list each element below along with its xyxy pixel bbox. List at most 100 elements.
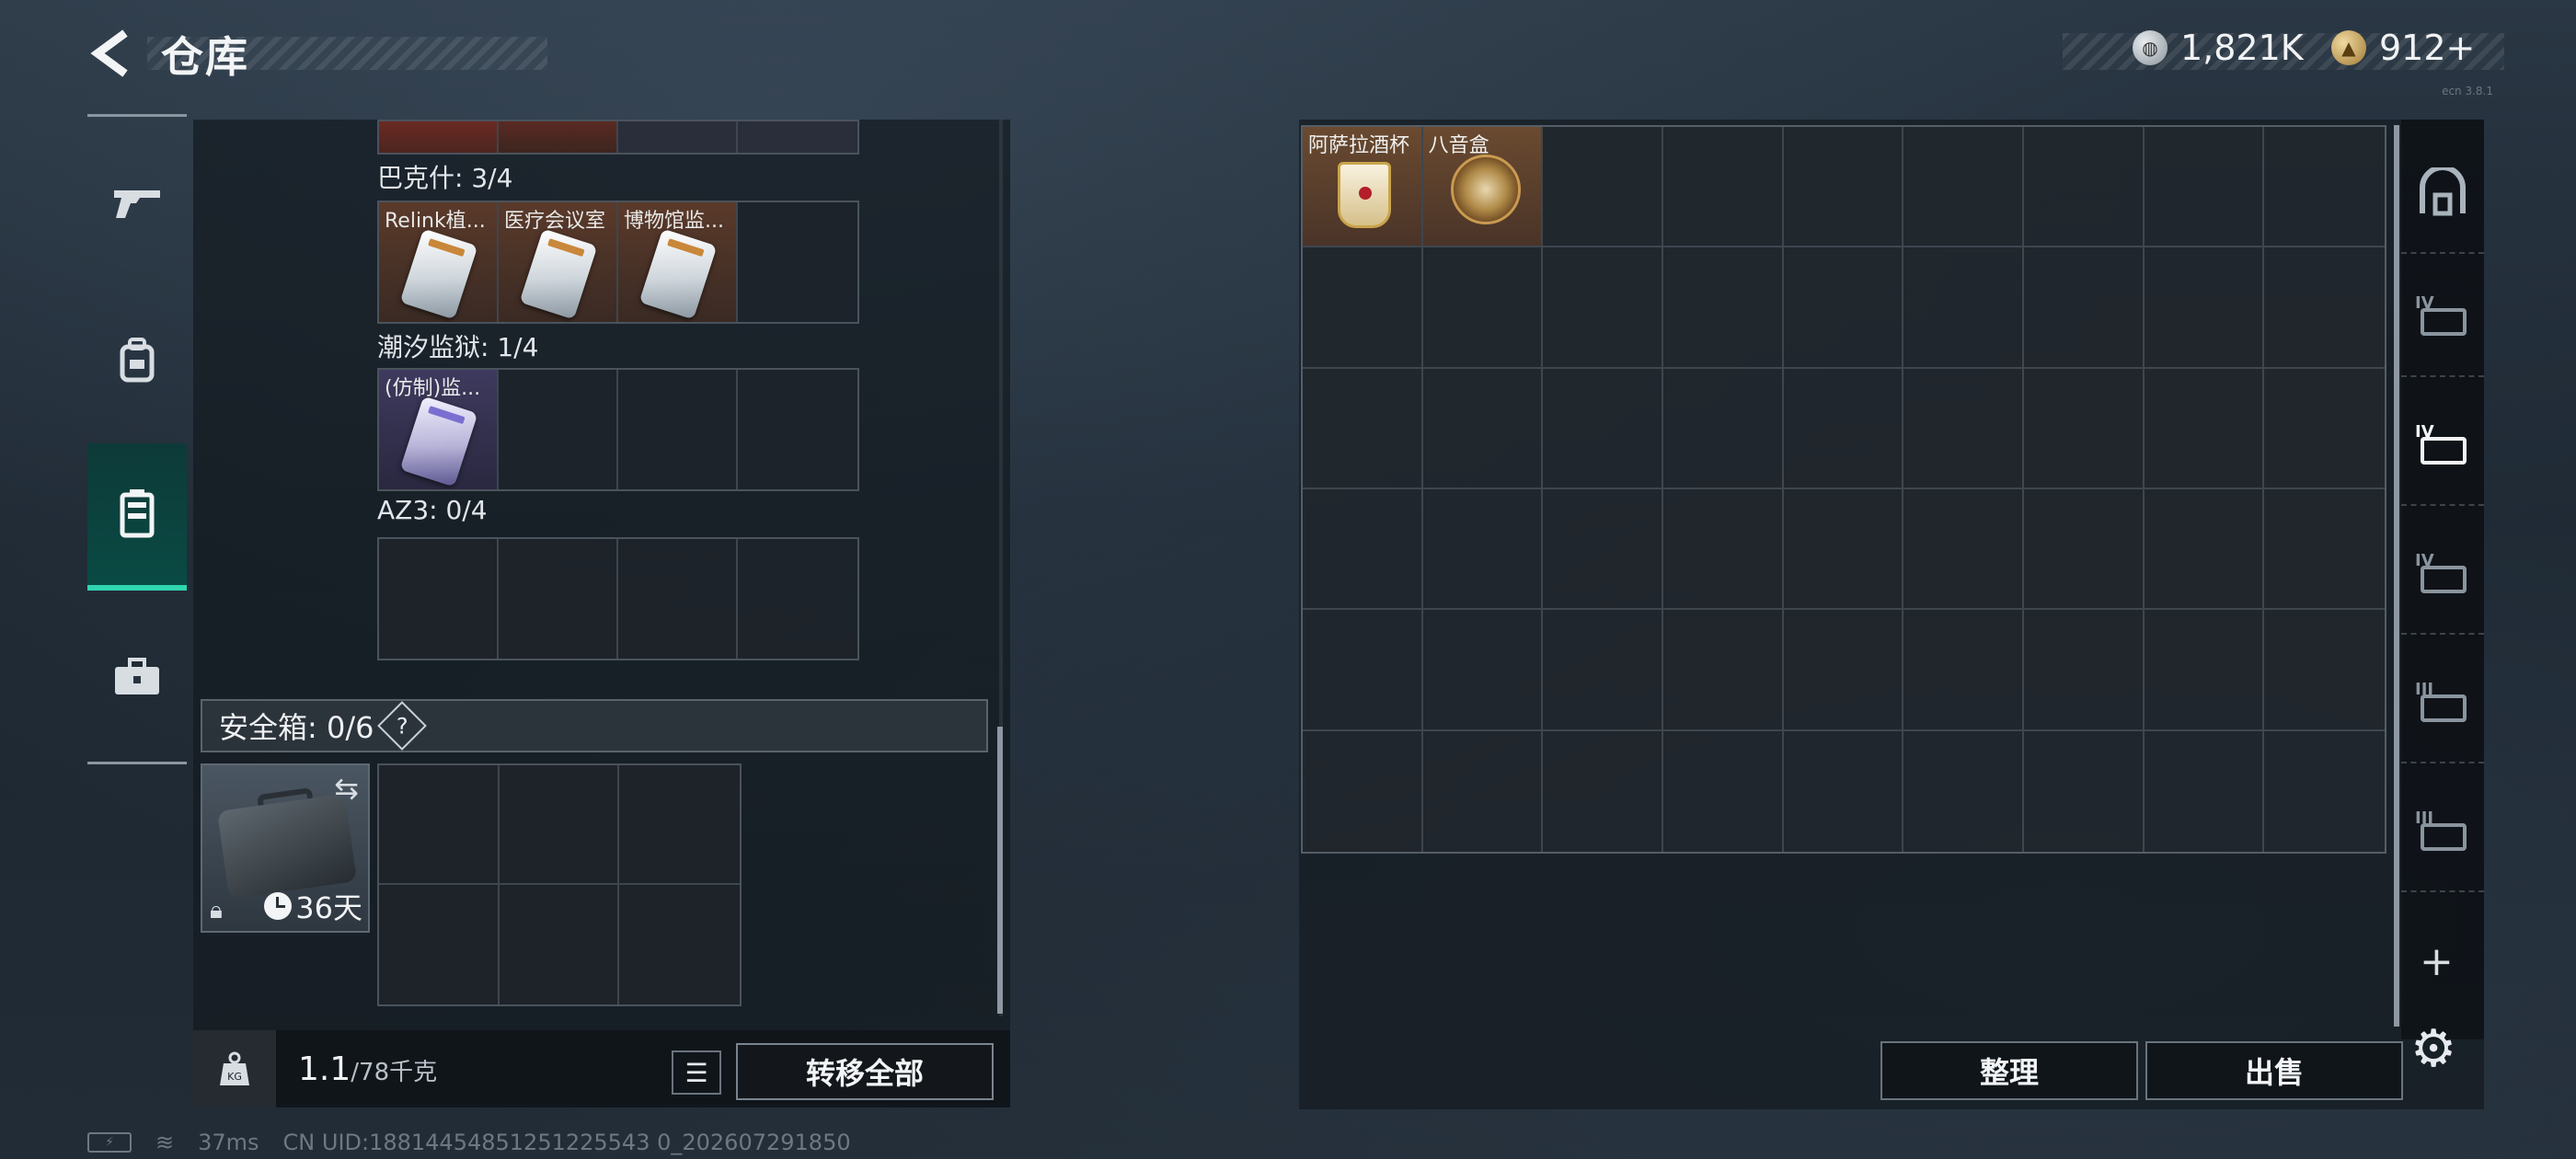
stash-slot-empty[interactable] [1422, 488, 1544, 611]
stash-slot-empty[interactable] [1903, 730, 2024, 852]
stash-slot-empty[interactable] [2024, 368, 2145, 489]
keycard-slot-empty[interactable] [738, 539, 857, 659]
stash-slot-empty[interactable] [2144, 488, 2265, 611]
stash-slot-empty[interactable] [2264, 731, 2385, 852]
tab-container-5[interactable]: III [2401, 773, 2484, 892]
stash-slot-empty[interactable] [1903, 127, 2024, 248]
safe-slot[interactable] [500, 885, 620, 1004]
transfer-all-button[interactable]: 转移全部 [736, 1043, 994, 1100]
stash-item[interactable]: 八音盒 [1422, 127, 1544, 248]
stash-slot-empty[interactable] [1303, 610, 1423, 731]
keycard-slot-empty[interactable] [738, 202, 857, 322]
nav-kit[interactable] [87, 625, 187, 727]
tab-container-4[interactable]: III [2401, 644, 2484, 763]
stash-slot-empty[interactable] [1783, 368, 1904, 489]
keycard-slot-empty[interactable] [618, 370, 738, 489]
safe-slot[interactable] [499, 765, 620, 885]
keycard-slot[interactable] [618, 121, 738, 153]
list-view-button[interactable]: ☰ [672, 1050, 721, 1095]
stash-slot-empty[interactable] [1784, 730, 1904, 852]
stash-slot-empty[interactable] [1783, 610, 1904, 731]
tab-container-1[interactable]: IV [2401, 258, 2484, 377]
keycard-slot-empty[interactable] [379, 539, 499, 659]
safe-slot[interactable] [379, 885, 500, 1004]
organize-button[interactable]: 整理 [1880, 1041, 2138, 1100]
stash-slot-empty[interactable] [1543, 368, 1663, 489]
stash-slot-empty[interactable] [1422, 247, 1544, 369]
left-scrollbar-thumb[interactable] [997, 727, 1003, 1014]
keycard-slot-empty[interactable] [738, 370, 857, 489]
nav-storage[interactable] [87, 443, 187, 591]
keycard-slot[interactable]: 博物馆监... [618, 202, 738, 322]
stash-slot-empty[interactable] [2144, 610, 2265, 731]
safe-slot[interactable] [619, 885, 740, 1004]
tab-home[interactable] [2401, 134, 2484, 254]
keycard-slot[interactable] [499, 121, 618, 153]
stash-slot-empty[interactable] [2264, 610, 2385, 731]
nav-weapons[interactable] [87, 153, 187, 254]
stash-slot-empty[interactable] [2144, 368, 2265, 489]
add-container-button[interactable]: + [2420, 938, 2454, 985]
stash-slot-empty[interactable] [1422, 368, 1544, 489]
stash-slot-empty[interactable] [1663, 610, 1784, 731]
stash-slot-empty[interactable] [1783, 488, 1904, 611]
stash-slot-empty[interactable] [2024, 127, 2145, 248]
sell-button[interactable]: 出售 [2145, 1041, 2403, 1100]
stash-slot-empty[interactable] [1543, 127, 1663, 248]
nav-gear[interactable] [87, 309, 187, 410]
stash-slot-empty[interactable] [2024, 610, 2145, 731]
keycard-slot-empty[interactable] [618, 539, 738, 659]
stash-slot-empty[interactable] [2144, 247, 2265, 369]
keycard-slot[interactable] [738, 121, 857, 153]
stash-item[interactable]: 阿萨拉酒杯 [1303, 127, 1423, 248]
stash-slot-empty[interactable] [1422, 610, 1544, 731]
safe-slot[interactable] [619, 765, 740, 885]
stash-slot-empty[interactable] [1303, 247, 1423, 369]
stash-slot-empty[interactable] [1663, 730, 1784, 852]
stash-slot-empty[interactable] [1903, 488, 2024, 611]
stash-slot-empty[interactable] [2024, 488, 2145, 611]
stash-slot-empty[interactable] [1543, 730, 1663, 852]
tab-container-3[interactable]: IV [2401, 515, 2484, 635]
silver-currency[interactable]: ◍ 1,821K [2133, 28, 2304, 68]
stash-slot-empty[interactable] [1663, 368, 1784, 489]
stash-slot-empty[interactable] [1783, 247, 1904, 369]
stash-slot-empty[interactable] [2144, 127, 2265, 248]
stash-slot-empty[interactable] [2264, 489, 2385, 611]
swap-icon[interactable]: ⇆ [334, 771, 359, 806]
safe-slot[interactable] [379, 765, 500, 885]
stash-slot-empty[interactable] [1303, 488, 1423, 611]
stash-slot-empty[interactable] [1423, 730, 1544, 852]
stash-slot-empty[interactable] [2264, 247, 2385, 369]
stash-slot-empty[interactable] [1663, 247, 1784, 369]
stash-slot-empty[interactable] [2145, 730, 2265, 852]
stash-slot-empty[interactable] [1783, 127, 1904, 248]
stash-slot-empty[interactable] [1303, 368, 1423, 489]
stash-slot-empty[interactable] [1663, 488, 1784, 611]
keycard-slot[interactable]: 医疗会议室 [499, 202, 618, 322]
stash-slot-empty[interactable] [1303, 730, 1423, 852]
keycard-slot-empty[interactable] [499, 370, 618, 489]
stash-scrollbar[interactable] [2394, 125, 2399, 1027]
stash-slot-empty[interactable] [1663, 127, 1784, 248]
keycard-slot[interactable] [379, 121, 499, 153]
stash-slot-empty[interactable] [1543, 610, 1663, 731]
stash-slot-empty[interactable] [1903, 247, 2024, 369]
stash-slot-empty[interactable] [2264, 369, 2385, 489]
keycard-slot-empty[interactable] [499, 539, 618, 659]
gold-currency[interactable]: ▲ 912+ [2331, 28, 2475, 68]
stash-slot-empty[interactable] [1543, 247, 1663, 369]
help-icon[interactable]: ? [377, 701, 428, 751]
stash-slot-empty[interactable] [1543, 488, 1663, 611]
back-button[interactable] [83, 26, 138, 81]
stash-slot-empty[interactable] [2264, 127, 2385, 248]
stash-slot-empty[interactable] [2024, 730, 2145, 852]
tab-container-2[interactable]: IV [2401, 386, 2484, 506]
stash-slot-empty[interactable] [1903, 368, 2024, 489]
keycard-slot[interactable]: (仿制)监... [379, 370, 499, 489]
stash-slot-empty[interactable] [1903, 610, 2024, 731]
safe-case-slot[interactable]: ⇆ 🔒︎ 36天 [201, 763, 370, 933]
keycard-slot[interactable]: Relink植... [379, 202, 499, 322]
stash-slot-empty[interactable] [2024, 247, 2145, 369]
settings-gear-icon[interactable]: ⚙ [2410, 1019, 2456, 1079]
